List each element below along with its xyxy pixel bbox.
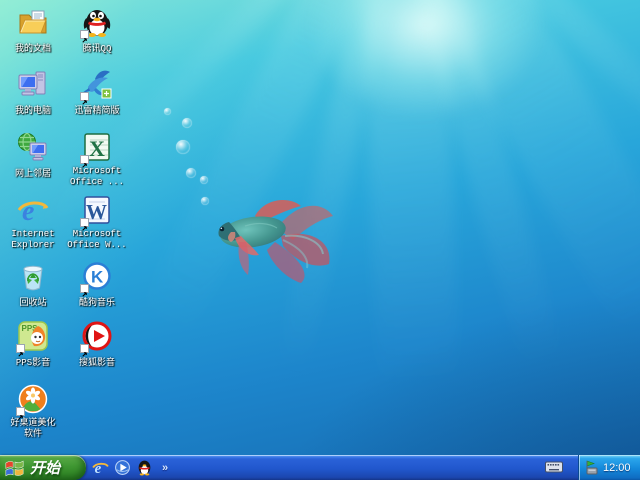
shortcut-arrow-overlay: [80, 92, 89, 105]
my-documents-icon: [19, 10, 47, 34]
svg-text:e: e: [22, 196, 34, 226]
start-button[interactable]: 开始: [0, 455, 86, 480]
start-button-label: 开始: [30, 460, 61, 477]
safely-remove-hardware-icon[interactable]: [584, 460, 599, 476]
desktop-screen: 我的文档 腾讯QQ 我的电脑 迅雷精简版 网上邻居 X Microsoft Of…: [0, 0, 640, 480]
desktop-icon-xunlei-lite[interactable]: 迅雷精简版: [66, 68, 128, 118]
quick-launch-qq-icon[interactable]: [136, 459, 153, 476]
svg-text:X: X: [89, 136, 105, 161]
recycle-bin-icon: [23, 265, 43, 291]
shortcut-arrow-overlay: [16, 407, 25, 420]
icon-label: 好桌道美化 软件: [10, 418, 56, 439]
icon-label: PPS影音: [15, 358, 51, 368]
desktop-icon-internet-explorer[interactable]: e Internet Explorer: [2, 194, 64, 252]
bubble: [200, 176, 208, 184]
network-places-icon: [18, 132, 47, 161]
bubble: [182, 118, 192, 128]
betta-fish: [218, 200, 333, 283]
desktop-icon-haozhuodao[interactable]: 好桌道美化 软件: [2, 383, 64, 441]
bubble: [164, 108, 171, 115]
desktop-icon-ms-office-excel[interactable]: X Microsoft Office ...: [66, 131, 128, 189]
quick-launch-bar: e »: [92, 455, 168, 480]
icon-label: 我的文档: [14, 44, 51, 54]
icon-label: 迅雷精简版: [74, 106, 120, 116]
my-computer-icon: [18, 71, 46, 96]
shortcut-arrow-overlay: [16, 344, 25, 357]
icon-label: 网上邻居: [14, 169, 51, 179]
icon-label: Microsoft Office ...: [69, 166, 124, 187]
icon-label: Internet Explorer: [11, 229, 55, 250]
icon-label: 我的电脑: [14, 106, 51, 116]
internet-explorer-icon: e: [17, 196, 49, 227]
icon-label: 回收站: [19, 298, 47, 308]
windows-logo-icon: [5, 460, 24, 476]
desktop-icon-my-computer[interactable]: 我的电脑: [2, 68, 64, 118]
shortcut-arrow-overlay: [80, 218, 89, 231]
desktop-icon-network-places[interactable]: 网上邻居: [2, 131, 64, 181]
desktop-icon-pps-video[interactable]: PPS PPS影音: [2, 320, 64, 370]
system-tray: 12:00: [578, 455, 640, 480]
icon-label: Microsoft Office W...: [67, 229, 127, 250]
input-method-keyboard-icon[interactable]: [545, 461, 563, 473]
svg-text:K: K: [91, 268, 104, 287]
desktop-icon-tencent-qq[interactable]: 腾讯QQ: [66, 6, 128, 56]
tray-clock[interactable]: 12:00: [603, 462, 631, 474]
icon-label: 搜狐影音: [78, 358, 115, 368]
quick-launch-overflow-chevron[interactable]: »: [162, 462, 168, 474]
taskbar: 开始 e » 12:00: [0, 455, 640, 480]
svg-text:W: W: [86, 200, 107, 224]
shortcut-arrow-overlay: [80, 344, 89, 357]
quick-launch-media-player-icon[interactable]: [114, 459, 131, 476]
quick-launch-ie-icon[interactable]: e: [92, 459, 109, 476]
bubble: [176, 140, 190, 154]
desktop-icon-sohu-video[interactable]: 搜狐影音: [66, 320, 128, 370]
desktop-icon-ms-office-word[interactable]: W Microsoft Office W...: [66, 194, 128, 252]
desktop-icon-my-documents[interactable]: 我的文档: [2, 6, 64, 56]
icon-label: 腾讯QQ: [82, 44, 112, 54]
shortcut-arrow-overlay: [80, 30, 89, 43]
desktop-icon-kugou-music[interactable]: K 酷狗音乐: [66, 260, 128, 310]
bubble: [186, 168, 196, 178]
icon-label: 酷狗音乐: [78, 298, 115, 308]
shortcut-arrow-overlay: [80, 284, 89, 297]
shortcut-arrow-overlay: [80, 155, 89, 168]
desktop-icon-recycle-bin[interactable]: 回收站: [2, 260, 64, 310]
